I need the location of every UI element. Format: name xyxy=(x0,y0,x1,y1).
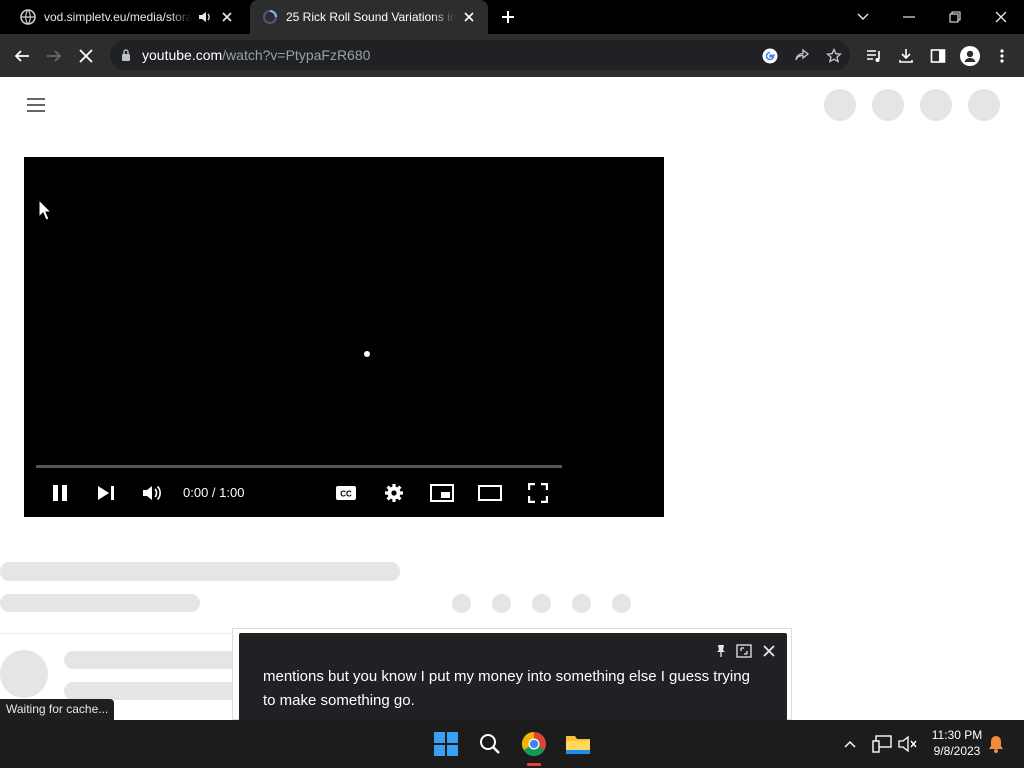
skeleton-circle xyxy=(872,89,904,121)
lock-icon[interactable] xyxy=(118,47,134,63)
stop-loading-icon[interactable] xyxy=(70,34,102,77)
pin-icon[interactable] xyxy=(714,644,728,658)
volume-muted-icon[interactable] xyxy=(890,720,926,768)
tab-close-icon[interactable] xyxy=(460,8,478,26)
tab-simpletv[interactable]: vod.simpletv.eu/media/storage xyxy=(8,0,246,34)
miniplayer-icon[interactable] xyxy=(428,479,456,507)
settings-icon[interactable] xyxy=(380,479,408,507)
download-icon[interactable] xyxy=(890,34,922,77)
show-hidden-icons-icon[interactable] xyxy=(832,720,868,768)
skeleton-avatar xyxy=(0,650,48,698)
pause-icon[interactable] xyxy=(46,479,74,507)
live-caption-text: mentions but you know I put my money int… xyxy=(263,668,750,709)
volume-icon[interactable] xyxy=(138,479,166,507)
svg-text:CC: CC xyxy=(340,490,352,499)
skeleton-circle xyxy=(452,594,471,613)
restore-icon[interactable] xyxy=(932,0,978,34)
status-bar: Waiting for cache... xyxy=(0,699,115,720)
search-icon[interactable] xyxy=(470,720,510,768)
closed-captions-icon[interactable]: CC xyxy=(332,479,360,507)
divider xyxy=(0,633,240,634)
expand-caption-icon[interactable] xyxy=(736,644,752,658)
time-display: 0:00 / 1:00 xyxy=(183,485,245,500)
new-tab-icon[interactable] xyxy=(496,6,520,28)
video-player[interactable]: 0:00 / 1:00 CC xyxy=(24,157,664,517)
tab-title: vod.simpletv.eu/media/storage xyxy=(44,10,192,24)
skeleton-circle xyxy=(920,89,952,121)
skeleton-title xyxy=(0,562,400,581)
tab-youtube-active[interactable]: 25 Rick Roll Sound Variations in 60 Seco… xyxy=(250,0,488,34)
skeleton-channel-name xyxy=(64,651,244,669)
theater-mode-icon[interactable] xyxy=(476,479,504,507)
url-text[interactable]: youtube.com/watch?v=PtypaFzR680 xyxy=(142,47,370,63)
file-explorer-icon[interactable] xyxy=(558,720,598,768)
close-window-icon[interactable] xyxy=(978,0,1024,34)
skeleton-circle xyxy=(492,594,511,613)
skeleton-circle xyxy=(612,594,631,613)
forward-icon[interactable] xyxy=(38,34,70,77)
loading-spinner-icon xyxy=(364,351,370,357)
notification-bell-icon[interactable] xyxy=(980,720,1012,768)
back-icon[interactable] xyxy=(6,34,38,77)
globe-icon xyxy=(20,9,36,25)
browser-menu-icon[interactable] xyxy=(986,34,1018,77)
close-caption-icon[interactable] xyxy=(762,644,776,658)
skeleton-circle xyxy=(968,89,1000,121)
bookmark-star-icon[interactable] xyxy=(818,34,850,77)
share-icon[interactable] xyxy=(786,34,818,77)
next-icon[interactable] xyxy=(92,479,120,507)
url-host: youtube.com xyxy=(142,47,223,63)
skeleton-channel-subs xyxy=(64,682,244,700)
start-icon[interactable] xyxy=(426,720,466,768)
tab-search-icon[interactable] xyxy=(840,0,886,34)
live-caption-panel[interactable]: mentions but you know I put my money int… xyxy=(232,628,792,721)
media-control-icon[interactable] xyxy=(858,34,890,77)
active-app-indicator xyxy=(527,763,541,766)
url-path: /watch?v=PtypaFzR680 xyxy=(222,47,371,63)
hamburger-menu-icon[interactable] xyxy=(24,94,48,116)
google-icon[interactable] xyxy=(754,34,786,77)
skeleton-circle xyxy=(572,594,591,613)
progress-bar[interactable] xyxy=(36,465,562,468)
minimize-icon[interactable] xyxy=(886,0,932,34)
tab-audio-icon[interactable] xyxy=(196,8,214,26)
skeleton-circle xyxy=(824,89,856,121)
side-panel-icon[interactable] xyxy=(922,34,954,77)
mouse-cursor-icon xyxy=(38,198,53,221)
live-caption-box: mentions but you know I put my money int… xyxy=(239,633,787,721)
loading-spinner-icon xyxy=(262,9,278,25)
tab-title: 25 Rick Roll Sound Variations in 60 Seco… xyxy=(286,10,456,24)
profile-avatar-icon[interactable] xyxy=(954,34,986,77)
tab-close-icon[interactable] xyxy=(218,8,236,26)
skeleton-circle xyxy=(532,594,551,613)
fullscreen-icon[interactable] xyxy=(524,479,552,507)
chrome-icon[interactable] xyxy=(514,720,554,768)
skeleton-subtitle xyxy=(0,594,200,612)
